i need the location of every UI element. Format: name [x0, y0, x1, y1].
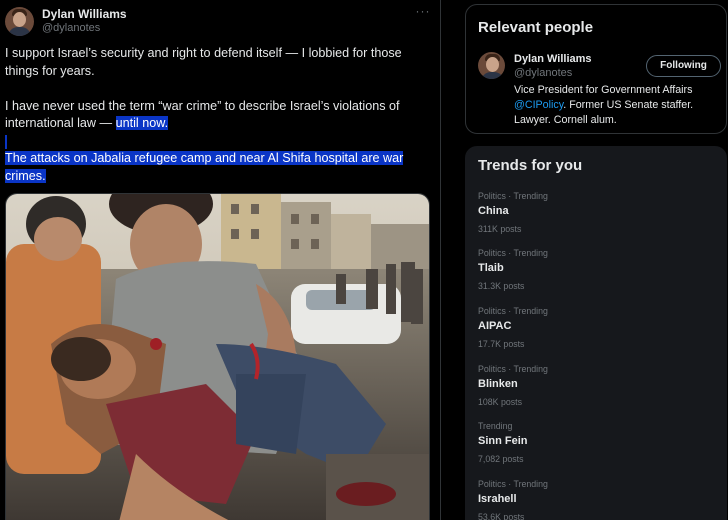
trend-name: China — [478, 205, 509, 217]
trend-item[interactable]: Politics · Trending Tlaib 31.3K posts — [478, 248, 718, 292]
trend-name: Sinn Fein — [478, 435, 528, 447]
author-name[interactable]: Dylan Williams — [42, 7, 127, 21]
tweet-header: Dylan Williams @dylanotes — [5, 7, 127, 36]
author-info: Dylan Williams @dylanotes — [42, 7, 127, 36]
tweet-paragraph: I have never used the term “war crime” t… — [5, 98, 430, 133]
trend-category: Politics · Trending — [478, 248, 548, 258]
more-options-icon[interactable]: ··· — [414, 4, 432, 22]
tweet-text-plain: I have never used the term “war crime” t… — [5, 98, 400, 131]
trend-post-count: 108K posts — [478, 397, 523, 407]
trend-category: Politics · Trending — [478, 479, 548, 489]
trend-post-count: 53.6K posts — [478, 512, 525, 520]
trend-name: AIPAC — [478, 320, 512, 332]
author-handle[interactable]: @dylanotes — [42, 21, 127, 36]
trend-post-count: 311K posts — [478, 224, 522, 234]
trend-item[interactable]: Politics · Trending Israhell 53.6K posts — [478, 479, 718, 520]
trend-post-count: 7,082 posts — [478, 454, 524, 464]
tweet-paragraph: I support Israel’s security and right to… — [5, 46, 402, 78]
person-name[interactable]: Dylan Williams — [514, 52, 592, 66]
person-handle[interactable]: @dylanotes — [514, 66, 572, 81]
tweet-photo[interactable] — [5, 193, 430, 520]
trends-card: Trends for you Politics · Trending China… — [465, 146, 727, 520]
trend-item[interactable]: Politics · Trending China 311K posts — [478, 191, 718, 235]
avatar[interactable] — [478, 52, 505, 79]
trend-category: Trending — [478, 421, 513, 431]
bio-mention-link[interactable]: @CIPolicy — [514, 99, 563, 111]
following-button[interactable]: Following — [646, 55, 721, 77]
trend-category: Politics · Trending — [478, 364, 548, 374]
relevant-people-card: Relevant people Dylan Williams @dylanote… — [465, 4, 727, 134]
trend-item[interactable]: Politics · Trending AIPAC 17.7K posts — [478, 306, 718, 350]
tweet-text: I support Israel’s security and right to… — [5, 45, 430, 185]
relevant-people-title: Relevant people — [478, 19, 594, 36]
trend-item[interactable]: Politics · Trending Blinken 108K posts — [478, 364, 718, 408]
trend-post-count: 17.7K posts — [478, 339, 525, 349]
selected-text: The attacks on Jabalia refugee camp and … — [5, 151, 404, 183]
trend-name: Tlaib — [478, 262, 504, 274]
tweet-column: Dylan Williams @dylanotes ··· I support … — [0, 0, 441, 520]
trend-category: Politics · Trending — [478, 306, 548, 316]
selected-text: until now. — [115, 116, 169, 130]
person-bio: Vice President for Government Affairs @C… — [514, 83, 722, 128]
avatar[interactable] — [5, 7, 34, 36]
bio-text: Vice President for Government Affairs — [514, 84, 693, 96]
tweet-paragraph: The attacks on Jabalia refugee camp and … — [5, 150, 430, 185]
photo-image — [6, 194, 429, 520]
trend-post-count: 31.3K posts — [478, 281, 525, 291]
trends-title: Trends for you — [478, 157, 583, 174]
trend-item[interactable]: Trending Sinn Fein 7,082 posts — [478, 421, 718, 465]
trend-name: Blinken — [478, 378, 518, 390]
trend-name: Israhell — [478, 493, 517, 505]
trend-category: Politics · Trending — [478, 191, 548, 201]
